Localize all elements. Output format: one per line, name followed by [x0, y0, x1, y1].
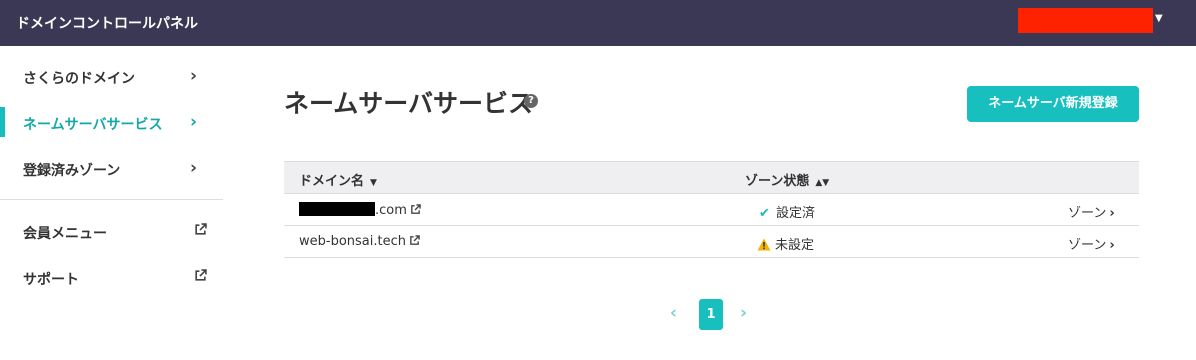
pagination-prev-icon[interactable]: ‹ — [670, 303, 677, 323]
external-link-icon — [410, 235, 420, 245]
sidebar-item-label: 登録済みゾーン — [23, 163, 121, 179]
top-bar: ドメインコントロールパネル ▼ — [0, 0, 1196, 46]
sidebar-item-label: さくらのドメイン — [23, 71, 135, 87]
sort-icon: ▲▼ — [815, 178, 830, 188]
chevron-right-icon: › — [1109, 206, 1115, 221]
zone-link[interactable]: ゾーン › — [1068, 234, 1115, 253]
new-nameserver-button[interactable]: ネームサーバ新規登録 — [967, 86, 1139, 122]
sidebar-item-label: ネームサーバサービス — [23, 117, 163, 133]
status-text: 設定済 — [776, 206, 816, 221]
sidebar-item-member-menu[interactable]: 会員メニュー — [0, 209, 223, 253]
sidebar-item-label: 会員メニュー — [23, 226, 107, 242]
zone-status: 未設定 — [757, 234, 814, 253]
chevron-right-icon: › — [190, 66, 198, 86]
zone-link-label: ゾーン — [1068, 238, 1107, 253]
caret-down-icon: ▼ — [370, 178, 377, 188]
user-account-redacted[interactable] — [1018, 8, 1153, 33]
domain-link[interactable]: .com — [299, 202, 421, 218]
pagination-next-icon[interactable]: › — [740, 303, 747, 323]
sidebar-item-registered-zones[interactable]: 登録済みゾーン › — [0, 146, 223, 190]
domain-name: web-bonsai.tech — [299, 234, 406, 249]
external-link-icon — [195, 269, 207, 281]
sidebar-item-sakura-domain[interactable]: さくらのドメイン › — [0, 54, 223, 98]
external-link-icon — [411, 204, 421, 214]
domain-suffix: .com — [375, 203, 407, 218]
zone-status: ✔ 設定済 — [757, 202, 815, 221]
column-header-label: ドメイン名 — [299, 174, 365, 189]
pagination-page-current[interactable]: 1 — [699, 299, 723, 330]
sidebar: さくらのドメイン › ネームサーバサービス › 登録済みゾーン › 会員メニュー… — [0, 46, 223, 360]
chevron-right-icon: › — [1109, 238, 1115, 253]
page-title: ネームサーバサービス — [284, 89, 534, 118]
chevron-right-icon: › — [190, 112, 198, 132]
column-header-domain[interactable]: ドメイン名 ▼ — [299, 170, 377, 189]
app-title: ドメインコントロールパネル — [16, 16, 198, 32]
sidebar-item-support[interactable]: サポート — [0, 255, 223, 299]
question-circle-icon[interactable]: ? — [524, 94, 538, 108]
redacted-domain — [299, 202, 375, 216]
column-header-zone-status[interactable]: ゾーン状態 ▲▼ — [745, 170, 829, 189]
caret-down-icon[interactable]: ▼ — [1155, 13, 1163, 24]
domain-link[interactable]: web-bonsai.tech — [299, 234, 420, 249]
zone-link-label: ゾーン — [1068, 206, 1107, 221]
external-link-icon — [195, 223, 207, 235]
column-header-label: ゾーン状態 — [745, 174, 810, 189]
active-indicator — [0, 107, 5, 137]
table-row: web-bonsai.tech 未設定 ゾーン › — [284, 226, 1139, 258]
warning-icon — [757, 238, 771, 251]
table-header: ドメイン名 ▼ ゾーン状態 ▲▼ — [284, 161, 1139, 194]
sidebar-divider — [0, 199, 223, 200]
check-icon: ✔ — [759, 206, 770, 221]
table-row: .com ✔ 設定済 ゾーン › — [284, 194, 1139, 226]
chevron-right-icon: › — [190, 158, 198, 178]
sidebar-item-label: サポート — [23, 272, 79, 288]
sidebar-item-nameserver-service[interactable]: ネームサーバサービス › — [0, 100, 223, 144]
status-text: 未設定 — [775, 238, 815, 253]
zone-link[interactable]: ゾーン › — [1068, 202, 1115, 221]
